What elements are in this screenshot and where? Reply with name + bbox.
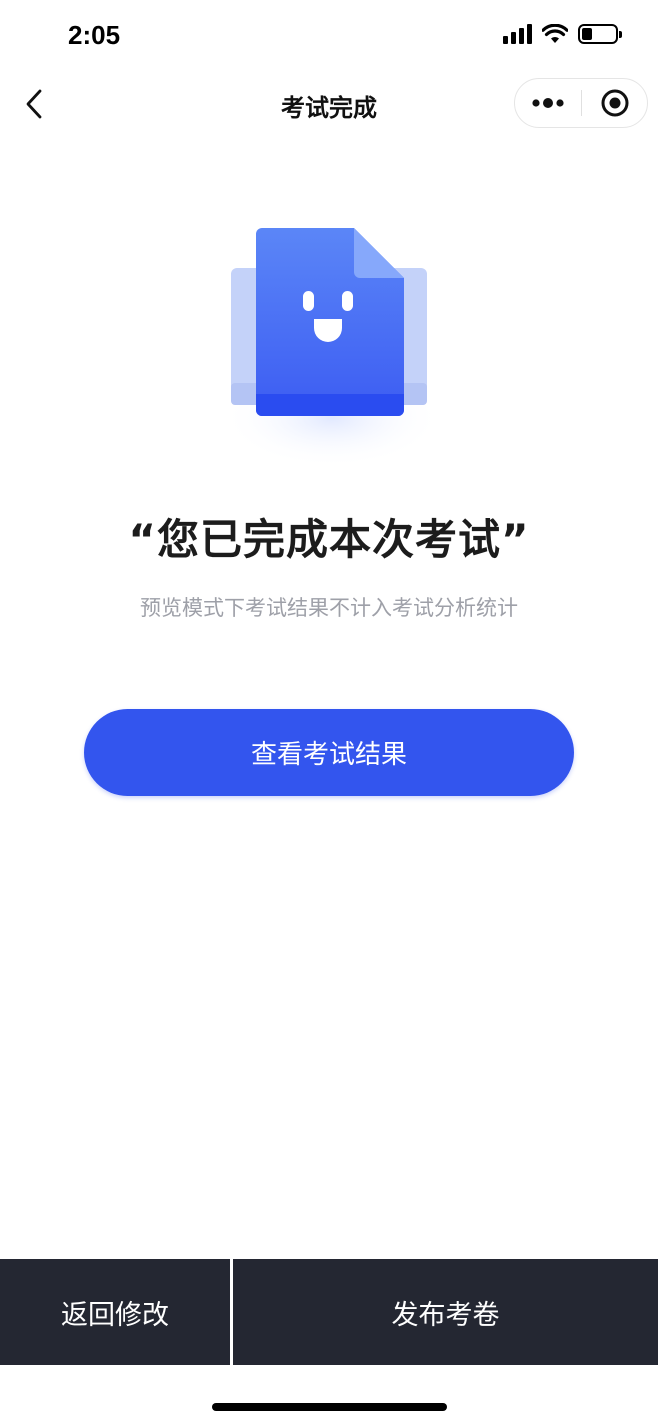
target-circle-icon [601,89,628,117]
status-icons [503,24,622,44]
more-dots-icon [532,98,564,108]
publish-exam-button[interactable]: 发布考卷 [233,1259,658,1365]
completion-title: “您已完成本次考试” [128,515,530,564]
nav-bar: 考试完成 [0,76,658,132]
close-mini-program-button[interactable] [582,79,647,127]
signal-icon [503,24,532,44]
mini-program-capsule [514,78,648,128]
battery-level [582,28,592,40]
bottom-action-bar: 返回修改 发布考卷 [0,1259,658,1365]
completion-subtitle: 预览模式下考试结果不计入考试分析统计 [140,596,518,620]
smiling-document-icon [222,228,442,468]
status-bar: 2:05 [0,0,658,76]
home-indicator [212,1403,447,1411]
wifi-icon [542,24,568,43]
status-time: 2:05 [68,20,121,50]
more-button[interactable] [515,79,581,127]
back-to-edit-button[interactable]: 返回修改 [0,1259,230,1365]
view-result-button[interactable]: 查看考试结果 [84,709,574,796]
battery-icon [578,24,622,44]
